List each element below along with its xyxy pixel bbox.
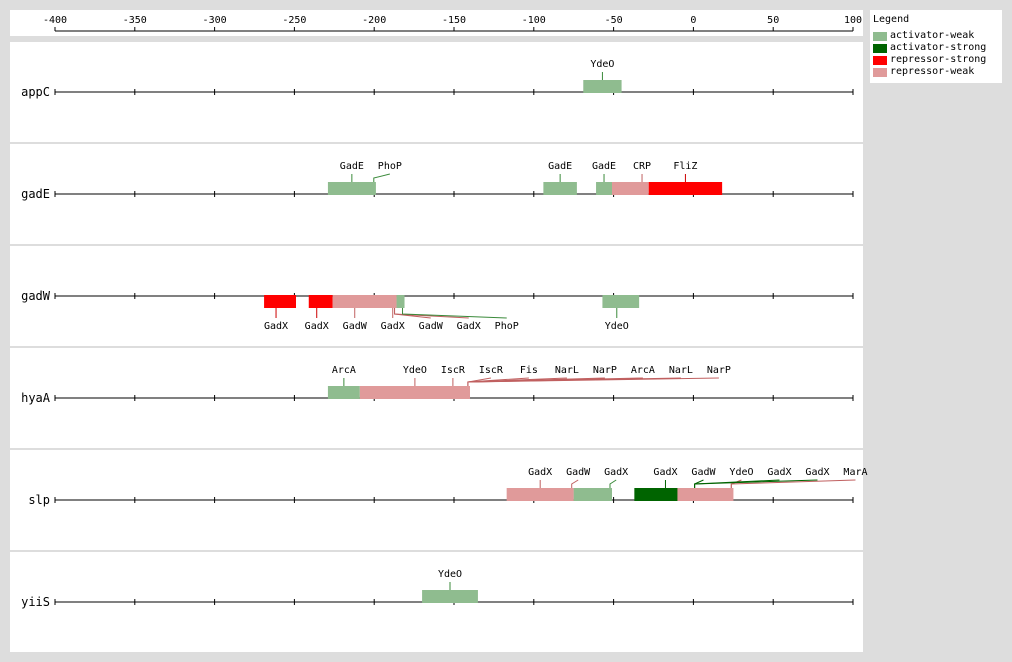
legend-item-activator-strong: activator-strong: [873, 42, 986, 54]
binding-site-label: Fis: [520, 365, 538, 376]
legend-item-activator-weak: activator-weak: [873, 30, 974, 42]
binding-site-label: NarL: [669, 365, 693, 376]
binding-site-label: ArcA: [332, 365, 356, 376]
binding-site-label: GadX: [381, 321, 405, 332]
binding-site-label: GadX: [653, 467, 677, 478]
legend-item-repressor-strong: repressor-strong: [873, 54, 986, 66]
binding-site-label: NarL: [555, 365, 579, 376]
binding-site-label: GadX: [805, 467, 829, 478]
binding-site-box: [308, 295, 333, 308]
gene-label: slp: [28, 493, 50, 507]
axis-tick-label: -50: [605, 15, 623, 26]
binding-site-box: [648, 182, 723, 195]
axis-tick-label: -100: [522, 15, 546, 26]
legend-item-repressor-weak: repressor-weak: [873, 66, 974, 78]
binding-site-box: [422, 590, 478, 603]
binding-site-label: GadE: [340, 161, 364, 172]
binding-site-label: GadW: [343, 321, 368, 332]
binding-site-box: [514, 488, 574, 501]
binding-site-label: YdeO: [403, 365, 427, 376]
binding-site-label: GadE: [592, 161, 616, 172]
binding-site-box: [583, 80, 622, 93]
binding-site-box: [573, 488, 613, 501]
axis-tick-label: -350: [123, 15, 147, 26]
binding-site-label: CRP: [633, 161, 651, 172]
binding-site-box: [366, 295, 397, 308]
binding-site-label: FliZ: [673, 161, 697, 172]
binding-site-box: [677, 488, 734, 501]
binding-site-label: GadW: [566, 467, 591, 478]
legend-swatch: [873, 43, 887, 53]
binding-site-label: MarA: [843, 467, 867, 478]
binding-site-label: IscR: [441, 365, 466, 376]
binding-site-box: [612, 182, 649, 195]
gene-track-yiiS: yiiS YdeO: [10, 552, 863, 652]
binding-site-label: YdeO: [605, 321, 629, 332]
gene-track-appC: appC YdeO: [10, 42, 863, 142]
binding-site-box: [602, 295, 640, 308]
binding-site-label: YdeO: [729, 467, 753, 478]
gene-tracks: appC YdeO gadE GadE PhoP GadE GadE CRP FliZ gadW G…: [10, 42, 868, 652]
axis-tick-label: -300: [203, 15, 227, 26]
binding-site-label: GadW: [419, 321, 444, 332]
legend: Legend activator-weak activator-strong r…: [870, 10, 1002, 83]
binding-site-label: GadX: [305, 321, 329, 332]
axis-tick-label: 0: [690, 15, 696, 26]
binding-site-diagram: -400 -350 -300 -250 -200 -150 -100 -50 0 50 100 ap…: [10, 10, 868, 652]
axis-tick-label: -150: [442, 15, 466, 26]
binding-site-box: [396, 295, 405, 308]
binding-site-label: NarP: [707, 365, 731, 376]
binding-site-box: [327, 386, 360, 399]
legend-label: repressor-strong: [890, 54, 987, 65]
binding-site-box: [358, 182, 376, 195]
regulon-viewer: -400 -350 -300 -250 -200 -150 -100 -50 0 50 100 ap…: [0, 0, 1012, 662]
binding-site-label: GadE: [548, 161, 572, 172]
binding-site-label: PhoP: [378, 161, 402, 172]
binding-site-label: GadX: [767, 467, 791, 478]
legend-label: repressor-weak: [890, 66, 975, 77]
gene-label: gadE: [21, 187, 50, 201]
binding-site-label: GadW: [691, 467, 716, 478]
binding-site-label: YdeO: [590, 59, 614, 70]
axis-tick-label: -250: [282, 15, 306, 26]
binding-site-label: NarP: [593, 365, 617, 376]
axis-tick-label: 50: [767, 15, 779, 26]
legend-swatch: [873, 31, 887, 41]
legend-title: Legend: [873, 14, 910, 25]
gene-label: hyaA: [21, 391, 51, 405]
binding-site-box: [596, 182, 613, 195]
legend-label: activator-strong: [890, 42, 987, 53]
binding-site-label: ArcA: [631, 365, 655, 376]
binding-site-box: [264, 295, 296, 308]
binding-site-label: YdeO: [438, 569, 462, 580]
gene-label: appC: [21, 85, 50, 99]
legend-swatch: [873, 67, 887, 77]
axis-tick-label: 100: [844, 15, 862, 26]
binding-site-label: GadX: [528, 467, 552, 478]
legend-label: activator-weak: [890, 30, 975, 41]
gene-track-gadW: gadW GadX GadX GadW GadX GadW GadX PhoP YdeO: [10, 246, 863, 346]
gene-track-gadE: gadE GadE PhoP GadE GadE CRP FliZ: [10, 144, 863, 244]
binding-site-label: PhoP: [495, 321, 519, 332]
binding-site-box: [433, 386, 470, 399]
binding-site-box: [543, 182, 577, 195]
binding-site-label: GadX: [457, 321, 481, 332]
binding-site-label: GadX: [604, 467, 628, 478]
axis-tick-label: -400: [43, 15, 67, 26]
gene-track-slp: slp GadX GadW GadX GadX GadW YdeO GadX GadX MarA: [10, 450, 868, 550]
axis-tick-label: -200: [362, 15, 386, 26]
binding-site-label: IscR: [479, 365, 504, 376]
binding-site-label: GadX: [264, 321, 288, 332]
gene-label: gadW: [21, 289, 51, 303]
gene-label: yiiS: [21, 595, 50, 609]
gene-track-hyaA: hyaA ArcA YdeO IscR IscR Fis NarL NarP ArcA NarL N…: [10, 348, 863, 448]
legend-swatch: [873, 55, 887, 65]
